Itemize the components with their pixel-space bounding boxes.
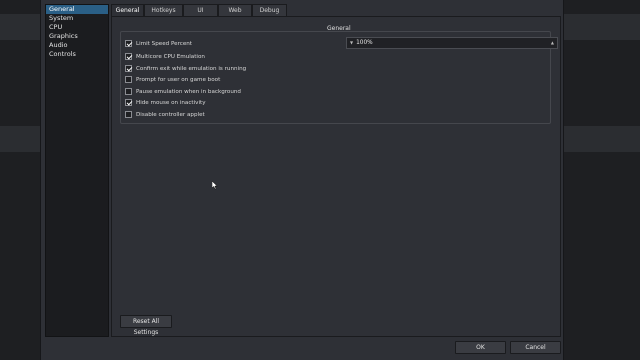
checkbox-checked[interactable] (125, 65, 132, 72)
sidebar-item-graphics[interactable]: Graphics (46, 32, 108, 41)
sidebar: General System CPU Graphics Audio Contro… (45, 4, 109, 337)
spin-up-icon[interactable]: ▲ (551, 38, 554, 48)
option-hide-mouse[interactable]: Hide mouse on inactivity (125, 98, 206, 107)
checkbox-checked[interactable] (125, 99, 132, 106)
option-label: Prompt for user on game boot (136, 76, 221, 83)
general-group: Limit Speed Percent ▼ 100% ▲ Multicore C… (120, 31, 558, 124)
sidebar-item-audio[interactable]: Audio (46, 41, 108, 50)
option-disable-applet[interactable]: Disable controller applet (125, 110, 205, 119)
option-multicore[interactable]: Multicore CPU Emulation (125, 52, 205, 61)
speed-value: 100% (356, 40, 373, 46)
speed-percent-spinbox[interactable]: ▼ 100% ▲ (346, 37, 558, 49)
option-label: Pause emulation when in background (136, 88, 241, 95)
configure-dialog: General System CPU Graphics Audio Contro… (40, 0, 564, 360)
ok-button[interactable]: OK (455, 341, 506, 354)
option-pause-background[interactable]: Pause emulation when in background (125, 87, 241, 96)
checkbox-unchecked[interactable] (125, 111, 132, 118)
option-confirm-exit[interactable]: Confirm exit while emulation is running (125, 64, 246, 73)
mouse-pointer-icon (212, 181, 218, 190)
checkbox-unchecked[interactable] (125, 76, 132, 83)
cancel-button[interactable]: Cancel (510, 341, 561, 354)
option-label: Confirm exit while emulation is running (136, 65, 247, 72)
checkbox-checked[interactable] (125, 53, 132, 60)
general-tab-panel: General Limit Speed Percent ▼ 100% ▲ Mul… (111, 16, 561, 337)
sidebar-item-controls[interactable]: Controls (46, 50, 108, 59)
option-label: Disable controller applet (136, 111, 205, 118)
checkbox-unchecked[interactable] (125, 88, 132, 95)
option-label: Hide mouse on inactivity (136, 99, 206, 106)
checkbox-checked[interactable] (125, 40, 132, 47)
sidebar-item-system[interactable]: System (46, 14, 108, 23)
option-label: Limit Speed Percent (136, 40, 193, 47)
option-prompt-user[interactable]: Prompt for user on game boot (125, 75, 220, 84)
option-label: Multicore CPU Emulation (136, 53, 205, 60)
sidebar-item-cpu[interactable]: CPU (46, 23, 108, 32)
sidebar-item-general[interactable]: General (46, 5, 108, 14)
option-limit-speed[interactable]: Limit Speed Percent (125, 39, 192, 48)
reset-all-settings-button[interactable]: Reset All Settings (120, 315, 172, 336)
spin-down-icon[interactable]: ▼ (350, 38, 353, 48)
